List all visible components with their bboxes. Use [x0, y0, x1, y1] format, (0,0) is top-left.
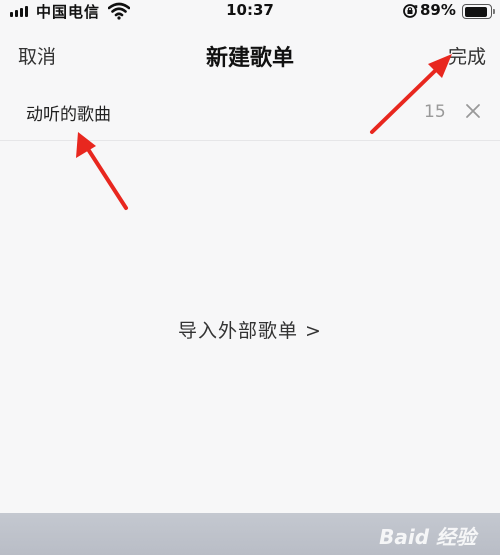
battery-icon — [462, 4, 492, 19]
status-bar: 中国电信 10:37 89% — [0, 0, 500, 24]
bottom-bar: Baid 经验 — [0, 513, 500, 555]
import-external-playlist-link[interactable]: 导入外部歌单 > — [0, 316, 500, 343]
done-button[interactable]: 完成 — [448, 42, 486, 69]
playlist-name-input[interactable] — [26, 98, 406, 126]
divider — [0, 140, 500, 141]
arrow-to-name-icon — [76, 132, 128, 210]
nav-bar: 取消 新建歌单 完成 — [0, 32, 500, 76]
watermark: Baid 经验 — [379, 525, 476, 549]
playlist-name-row: 15 — [0, 92, 500, 140]
battery-fill — [464, 6, 487, 17]
close-icon[interactable] — [464, 100, 482, 122]
battery-percent: 89% — [420, 1, 456, 19]
annotation-arrows — [76, 54, 452, 210]
rotation-lock-icon — [402, 3, 418, 23]
page-title: 新建歌单 — [205, 46, 294, 71]
battery-tip — [493, 9, 495, 14]
char-count: 15 — [424, 102, 446, 122]
